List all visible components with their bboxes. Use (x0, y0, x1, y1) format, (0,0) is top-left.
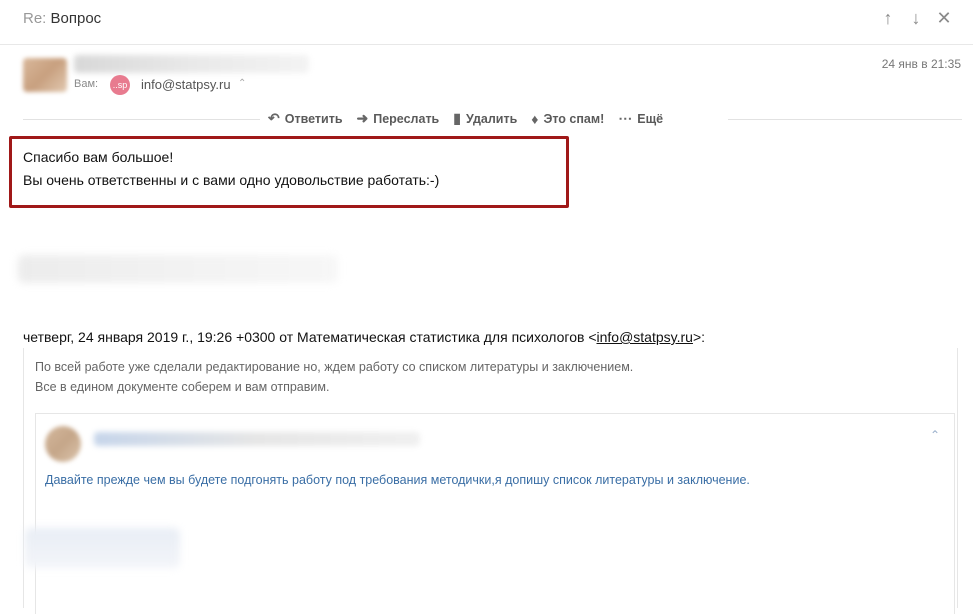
more-button[interactable]: ⋯ Ещё (618, 110, 663, 127)
to-label: Вам: (74, 78, 99, 90)
delete-label: Удалить (465, 111, 518, 126)
quoted-text-line-2: Все в едином документе соберем и вам отп… (35, 380, 330, 394)
forward-label: Переслать (373, 111, 440, 126)
nested-message-text: Давайте прежде чем вы будете подгонять р… (45, 473, 750, 487)
quoted-text-line-1: По всей работе уже сделали редактировани… (35, 360, 634, 374)
header-divider (0, 44, 973, 45)
quote-header: четверг, 24 января 2019 г., 19:26 +0300 … (23, 329, 705, 345)
subject-prefix: Re: (23, 10, 47, 27)
more-dots-icon: ⋯ (618, 110, 633, 126)
sender-avatar (23, 58, 67, 92)
message-line-1: Спасибо вам большое! (23, 149, 174, 165)
more-label: Ещё (637, 111, 664, 126)
fire-icon: ♦ (531, 110, 539, 127)
reply-icon: ↶ (268, 110, 280, 126)
action-divider-right (728, 119, 962, 120)
message-line-2: Вы очень ответственны и с вами одно удов… (23, 172, 440, 188)
nested-sender-avatar (45, 426, 81, 462)
nested-signature-redacted (25, 528, 180, 568)
reply-button[interactable]: ↶ Ответить (268, 110, 343, 127)
delete-button[interactable]: ▮ Удалить (453, 110, 517, 127)
quote-header-prefix: четверг, 24 января 2019 г., 19:26 +0300 … (23, 329, 597, 345)
header-nav: ↑ ↓ ✕ (879, 8, 953, 28)
collapse-chevron-icon[interactable]: ⌃ (930, 428, 940, 442)
quote-header-email-link[interactable]: info@statpsy.ru (597, 329, 693, 345)
nested-sender-redacted (94, 432, 420, 446)
forward-button[interactable]: ➜ Переслать (357, 110, 440, 127)
close-icon[interactable]: ✕ (935, 8, 953, 28)
sender-name-redacted (74, 55, 309, 73)
email-subject: Re: Вопрос (23, 10, 101, 27)
recipient-avatar: ..sp (110, 75, 130, 95)
forward-icon: ➜ (356, 110, 369, 126)
spam-label: Это спам! (543, 111, 605, 126)
action-toolbar: ↶ Ответить ➜ Переслать ▮ Удалить ♦ Это с… (268, 110, 663, 127)
subject-text: Вопрос (50, 10, 102, 27)
trash-icon: ▮ (453, 110, 461, 126)
action-divider-left (23, 119, 260, 120)
quote-header-suffix: >: (692, 329, 706, 345)
reply-label: Ответить (284, 111, 343, 126)
chevron-up-icon[interactable]: ⌃ (238, 78, 246, 89)
arrow-up-icon[interactable]: ↑ (879, 8, 897, 28)
recipient-email[interactable]: info@statpsy.ru (141, 77, 231, 92)
spam-button[interactable]: ♦ Это спам! (531, 110, 604, 127)
arrow-down-icon[interactable]: ↓ (907, 8, 925, 28)
email-date: 24 янв в 21:35 (881, 57, 961, 71)
signature-redacted (18, 255, 338, 283)
